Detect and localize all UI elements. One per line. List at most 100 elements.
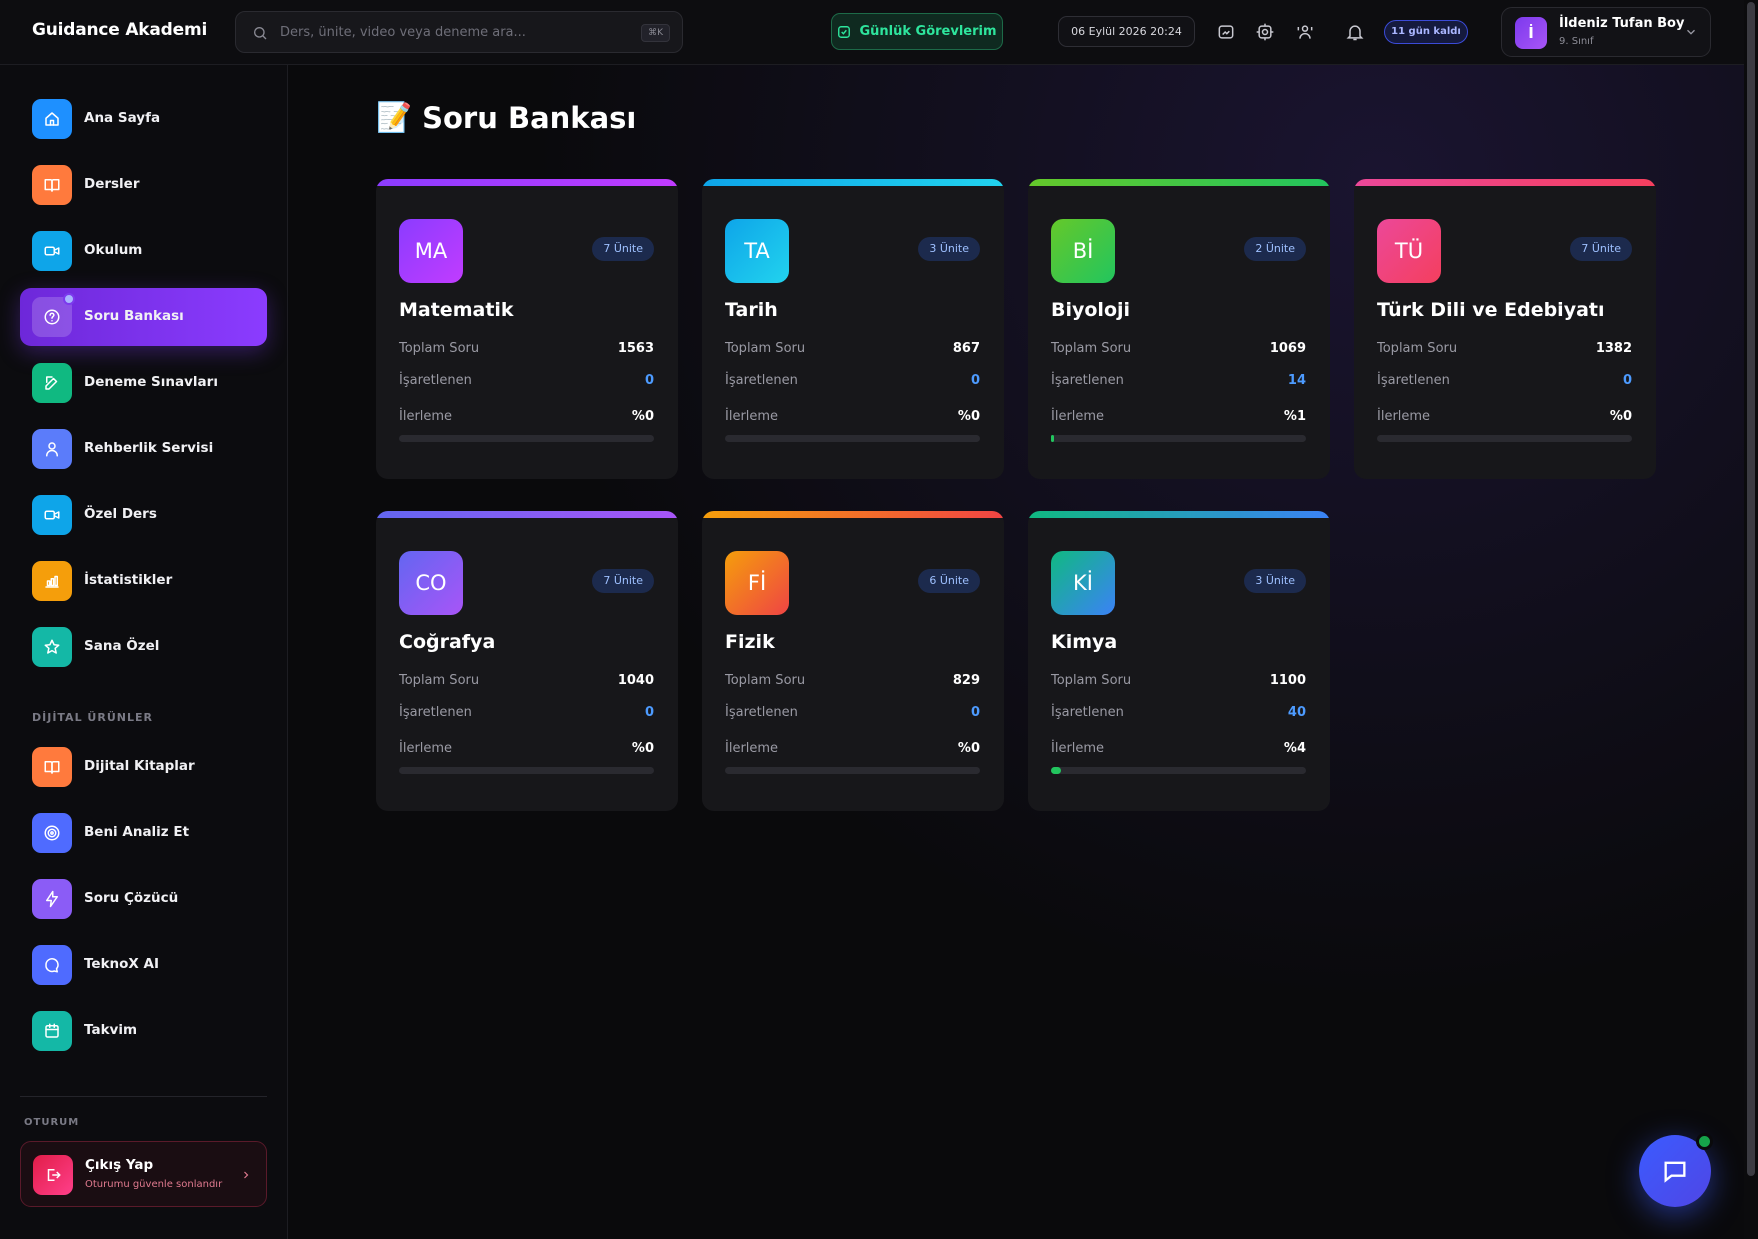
stat-value: 829 bbox=[952, 673, 980, 688]
progress-row: İlerleme %1 bbox=[1051, 409, 1306, 424]
sidebar-item-label: Takvim bbox=[84, 1022, 138, 1038]
stat-value: 1100 bbox=[1269, 673, 1306, 688]
sidebar-item-label: Deneme Sınavları bbox=[84, 374, 218, 390]
search-input[interactable] bbox=[280, 12, 610, 52]
subject-name: Biyoloji bbox=[1051, 299, 1131, 321]
video-icon bbox=[32, 231, 72, 271]
marked-row: İşaretlenen 14 bbox=[1051, 373, 1306, 388]
stat-label: Toplam Soru bbox=[1377, 341, 1458, 356]
progress-row: İlerleme %0 bbox=[725, 741, 980, 756]
sidebar-item-beni-analiz-et[interactable]: Beni Analiz Et bbox=[20, 804, 267, 862]
sidebar-item-dersler[interactable]: Dersler bbox=[20, 156, 267, 214]
stat-label: Toplam Soru bbox=[1051, 341, 1132, 356]
user-menu[interactable]: İ İldeniz Tufan Boy 9. Sınıf bbox=[1501, 7, 1711, 57]
sidebar-item-dijital-kitaplar[interactable]: Dijital Kitaplar bbox=[20, 738, 267, 796]
book-icon bbox=[32, 165, 72, 205]
settings-icon[interactable] bbox=[1255, 22, 1275, 42]
stat-value: %0 bbox=[957, 741, 980, 756]
card-accent-bar bbox=[1354, 179, 1656, 186]
sidebar-item-sana-özel[interactable]: Sana Özel bbox=[20, 618, 267, 676]
chat-bubble-icon bbox=[32, 945, 72, 985]
daily-tasks-button[interactable]: Günlük Görevlerim bbox=[831, 13, 1003, 50]
sidebar-item-label: Beni Analiz Et bbox=[84, 824, 190, 840]
subject-card[interactable]: Kİ 3 Ünite Kimya Toplam Soru 1100 İşaretlenen… bbox=[1028, 511, 1330, 811]
subject-card[interactable]: Fİ 6 Ünite Fizik Toplam Soru 829 İşaretlenen 0… bbox=[702, 511, 1004, 811]
stat-label: İlerleme bbox=[725, 741, 779, 756]
units-badge: 6 Ünite bbox=[918, 569, 980, 593]
image-icon[interactable] bbox=[1216, 22, 1236, 42]
subject-card[interactable]: TA 3 Ünite Tarih Toplam Soru 867 İşaretlenen 0… bbox=[702, 179, 1004, 479]
lightning-icon bbox=[32, 879, 72, 919]
search-box[interactable]: ⌘K bbox=[235, 11, 683, 53]
subject-card[interactable]: TÜ 7 Ünite Türk Dili ve Edebiyatı Toplam So… bbox=[1354, 179, 1656, 479]
stat-value: %0 bbox=[631, 741, 654, 756]
sidebar: Ana Sayfa Dersler Okulum Soru Bankası Deneme… bbox=[0, 65, 288, 1239]
sidebar-item-okulum[interactable]: Okulum bbox=[20, 222, 267, 280]
stat-label: İlerleme bbox=[1377, 409, 1431, 424]
stat-label: İşaretlenen bbox=[725, 373, 798, 388]
card-accent-bar bbox=[1028, 179, 1330, 186]
subject-card[interactable]: Bİ 2 Ünite Biyoloji Toplam Soru 1069 İşaretle… bbox=[1028, 179, 1330, 479]
sidebar-item-takvim[interactable]: Takvim bbox=[20, 1002, 267, 1060]
user-name: İldeniz Tufan Boy bbox=[1559, 16, 1685, 31]
progress-bar bbox=[399, 435, 654, 442]
sidebar-item-label: TeknoX AI bbox=[84, 956, 160, 972]
sidebar-item-özel-ders[interactable]: Özel Ders bbox=[20, 486, 267, 544]
stat-label: Toplam Soru bbox=[725, 673, 806, 688]
brand-logo[interactable]: Guidance Akademi bbox=[32, 20, 207, 40]
logout-button[interactable]: Çıkış Yap Oturumu güvenle sonlandır bbox=[20, 1141, 267, 1207]
video-icon bbox=[32, 495, 72, 535]
subject-card[interactable]: MA 7 Ünite Matematik Toplam Soru 1563 İşaretl… bbox=[376, 179, 678, 479]
units-badge: 3 Ünite bbox=[1244, 569, 1306, 593]
stat-value: %1 bbox=[1283, 409, 1306, 424]
sidebar-item-soru-çözücü[interactable]: Soru Çözücü bbox=[20, 870, 267, 928]
stat-value: 14 bbox=[1287, 373, 1306, 388]
progress-fill bbox=[1051, 435, 1054, 442]
bell-icon[interactable] bbox=[1345, 22, 1365, 42]
stat-value: 0 bbox=[644, 705, 654, 720]
section-label-digital: DİJİTAL ÜRÜNLER bbox=[32, 711, 153, 724]
stat-label: Toplam Soru bbox=[725, 341, 806, 356]
card-accent-bar bbox=[376, 511, 678, 518]
sidebar-item-i̇statistikler[interactable]: İstatistikler bbox=[20, 552, 267, 610]
sidebar-item-ana-sayfa[interactable]: Ana Sayfa bbox=[20, 90, 267, 148]
search-shortcut: ⌘K bbox=[641, 24, 670, 42]
subject-card[interactable]: CO 7 Ünite Coğrafya Toplam Soru 1040 İşaretle… bbox=[376, 511, 678, 811]
units-badge: 7 Ünite bbox=[592, 569, 654, 593]
stat-label: İşaretlenen bbox=[1051, 373, 1124, 388]
user-grade: 9. Sınıf bbox=[1559, 36, 1594, 47]
sidebar-item-label: İstatistikler bbox=[84, 572, 173, 588]
progress-bar bbox=[1051, 767, 1306, 774]
sidebar-item-soru-bankası[interactable]: Soru Bankası bbox=[20, 288, 267, 346]
total-questions-row: Toplam Soru 867 bbox=[725, 341, 980, 356]
stat-label: İşaretlenen bbox=[399, 705, 472, 720]
active-indicator bbox=[63, 293, 75, 305]
stat-value: 0 bbox=[970, 705, 980, 720]
stat-value: %0 bbox=[957, 409, 980, 424]
page-title: 📝 Soru Bankası bbox=[376, 100, 636, 135]
card-accent-bar bbox=[702, 511, 1004, 518]
total-questions-row: Toplam Soru 1040 bbox=[399, 673, 654, 688]
scrollbar-thumb[interactable] bbox=[1747, 2, 1755, 1176]
sidebar-item-rehberlik-servisi[interactable]: Rehberlik Servisi bbox=[20, 420, 267, 478]
stat-label: Toplam Soru bbox=[399, 341, 480, 356]
subject-badge: Kİ bbox=[1051, 551, 1115, 615]
users-icon[interactable] bbox=[1295, 22, 1315, 42]
home-icon bbox=[32, 99, 72, 139]
marked-row: İşaretlenen 0 bbox=[1377, 373, 1632, 388]
sidebar-item-label: Özel Ders bbox=[84, 506, 157, 522]
subject-badge: CO bbox=[399, 551, 463, 615]
marked-row: İşaretlenen 0 bbox=[399, 705, 654, 720]
subject-name: Fizik bbox=[725, 631, 775, 653]
stat-label: Toplam Soru bbox=[399, 673, 480, 688]
total-questions-row: Toplam Soru 1100 bbox=[1051, 673, 1306, 688]
memo-icon: 📝 bbox=[376, 100, 413, 134]
online-indicator bbox=[1696, 1133, 1713, 1150]
progress-row: İlerleme %0 bbox=[1377, 409, 1632, 424]
stat-value: %0 bbox=[1609, 409, 1632, 424]
sidebar-item-label: Okulum bbox=[84, 242, 143, 258]
sidebar-item-teknox-ai[interactable]: TeknoX AI bbox=[20, 936, 267, 994]
sidebar-item-deneme-sınavları[interactable]: Deneme Sınavları bbox=[20, 354, 267, 412]
datetime-display: 06 Eylül 2026 20:24 bbox=[1058, 16, 1195, 47]
chat-button[interactable] bbox=[1639, 1133, 1713, 1207]
